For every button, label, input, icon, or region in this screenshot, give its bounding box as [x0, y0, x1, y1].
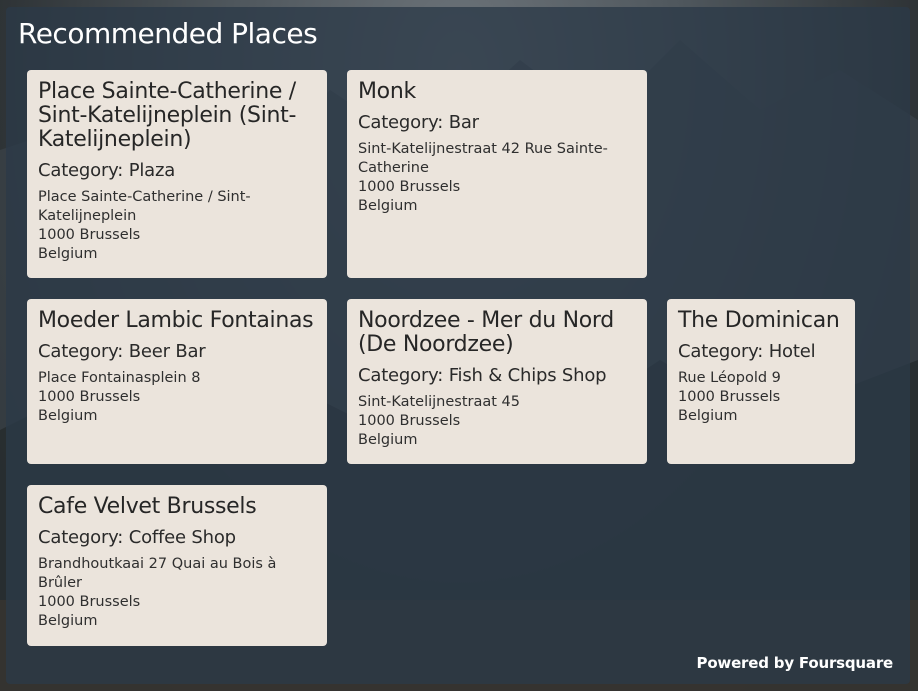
place-name: Cafe Velvet Brussels [38, 494, 257, 519]
place-category: Category: Bar [358, 112, 479, 133]
place-category: Category: Plaza [38, 160, 176, 181]
place-name: Place Sainte-Catherine / Sint-Katelijnep… [38, 79, 297, 152]
place-card[interactable]: Cafe Velvet Brussels Category: Coffee Sh… [27, 485, 327, 646]
place-card[interactable]: Noordzee - Mer du Nord (De Noordzee) Cat… [347, 299, 647, 464]
address-line: Rue Léopold 9 [678, 370, 781, 386]
place-category: Category: Beer Bar [38, 341, 206, 362]
address-line: Belgium [358, 432, 418, 448]
page-title: Recommended Places [18, 17, 318, 50]
recommended-places-panel: Recommended Places Place Sainte-Catherin… [6, 7, 910, 684]
place-card[interactable]: The Dominican Category: Hotel Rue Léopol… [667, 299, 855, 464]
place-address: Brandhoutkaai 27 Quai au Bois à Brûler 1… [38, 555, 317, 631]
place-category: Category: Fish & Chips Shop [358, 365, 607, 386]
place-address: Place Sainte-Catherine / Sint-Katelijnep… [38, 188, 317, 264]
place-address: Sint-Katelijnestraat 42 Rue Sainte-Cathe… [358, 140, 637, 216]
place-name: Moeder Lambic Fontainas [38, 308, 314, 333]
address-line: 1000 Brussels [358, 413, 461, 429]
place-name: Noordzee - Mer du Nord (De Noordzee) [358, 308, 614, 357]
place-category: Category: Coffee Shop [38, 527, 236, 548]
address-line: Sint-Katelijnestraat 42 Rue Sainte-Cathe… [358, 141, 608, 176]
address-line: Belgium [678, 408, 738, 424]
place-address: Rue Léopold 9 1000 Brussels Belgium [678, 369, 845, 426]
address-line: Sint-Katelijnestraat 45 [358, 394, 520, 410]
address-line: 1000 Brussels [38, 389, 141, 405]
address-line: 1000 Brussels [38, 227, 141, 243]
address-line: 1000 Brussels [38, 594, 141, 610]
place-name: The Dominican [678, 308, 840, 333]
place-card[interactable]: Monk Category: Bar Sint-Katelijnestraat … [347, 70, 647, 278]
address-line: Belgium [358, 198, 418, 214]
address-line: Brandhoutkaai 27 Quai au Bois à Brûler [38, 556, 277, 591]
address-line: Belgium [38, 246, 98, 262]
place-address: Sint-Katelijnestraat 45 1000 Brussels Be… [358, 393, 637, 450]
place-card[interactable]: Place Sainte-Catherine / Sint-Katelijnep… [27, 70, 327, 278]
address-line: Belgium [38, 408, 98, 424]
powered-by-foursquare[interactable]: Powered by Foursquare [697, 654, 894, 672]
place-address: Place Fontainasplein 8 1000 Brussels Bel… [38, 369, 317, 426]
place-name: Monk [358, 79, 416, 104]
address-line: 1000 Brussels [678, 389, 781, 405]
place-card[interactable]: Moeder Lambic Fontainas Category: Beer B… [27, 299, 327, 464]
address-line: Place Sainte-Catherine / Sint-Katelijnep… [38, 189, 251, 224]
address-line: Place Fontainasplein 8 [38, 370, 201, 386]
address-line: Belgium [38, 613, 98, 629]
place-category: Category: Hotel [678, 341, 816, 362]
address-line: 1000 Brussels [358, 179, 461, 195]
